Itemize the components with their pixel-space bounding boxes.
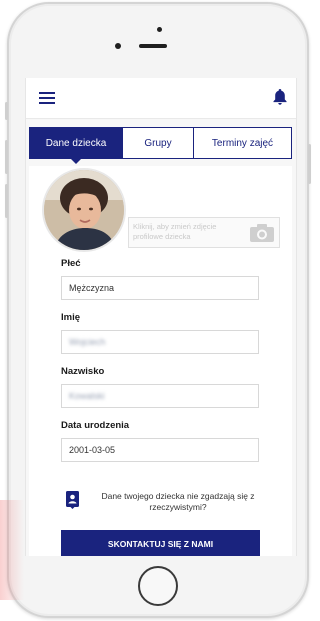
birth-date-label: Data urodzenia — [61, 420, 130, 431]
last-name-value: Kowalski — [69, 391, 105, 401]
first-name-label: Imię — [61, 312, 81, 323]
first-name-value: Wojciech — [69, 337, 106, 347]
phone-volume-down-button — [5, 184, 8, 218]
birth-date-field[interactable]: 2001-03-05 — [61, 438, 259, 462]
app-header — [26, 78, 296, 119]
change-photo-box[interactable]: Kliknij, aby zmień zdjęcie profilowe dzi… — [128, 217, 280, 248]
app-screen: Dane dziecka Grupy Terminy zajęć Kliknij… — [25, 78, 297, 556]
last-name-label: Nazwisko — [61, 366, 105, 377]
gender-field[interactable]: Mężczyzna — [61, 276, 259, 300]
camera-icon — [250, 224, 274, 242]
tab-class-schedule[interactable]: Terminy zajęć — [193, 128, 291, 158]
tab-bar: Dane dziecka Grupy Terminy zajęć — [29, 127, 292, 164]
contact-card-icon — [66, 491, 79, 509]
avatar[interactable] — [42, 168, 126, 252]
avatar-photo — [44, 170, 124, 250]
tab-child-data[interactable]: Dane dziecka — [30, 128, 122, 164]
hamburger-icon[interactable] — [39, 92, 55, 104]
phone-speaker — [139, 44, 167, 48]
last-name-field[interactable]: Kowalski — [61, 384, 259, 408]
tab-groups[interactable]: Grupy — [122, 128, 193, 158]
first-name-field[interactable]: Wojciech — [61, 330, 259, 354]
phone-home-button[interactable] — [138, 566, 178, 606]
phone-side-button — [5, 102, 8, 120]
contact-us-button[interactable]: SKONTAKTUJ SIĘ Z NAMI — [61, 530, 260, 556]
phone-sensor — [157, 27, 162, 32]
data-mismatch-info: Dane twojego dziecka nie zgadzają się z … — [66, 491, 266, 521]
data-mismatch-text: Dane twojego dziecka nie zgadzają się z … — [101, 491, 255, 512]
phone-front-camera — [115, 43, 121, 49]
gender-label: Płeć — [61, 258, 81, 269]
phone-power-button — [308, 144, 311, 184]
phone-volume-up-button — [5, 140, 8, 174]
change-photo-hint: Kliknij, aby zmień zdjęcie profilowe dzi… — [133, 222, 217, 241]
bell-icon[interactable] — [272, 88, 288, 106]
decorative-edge — [0, 500, 24, 600]
